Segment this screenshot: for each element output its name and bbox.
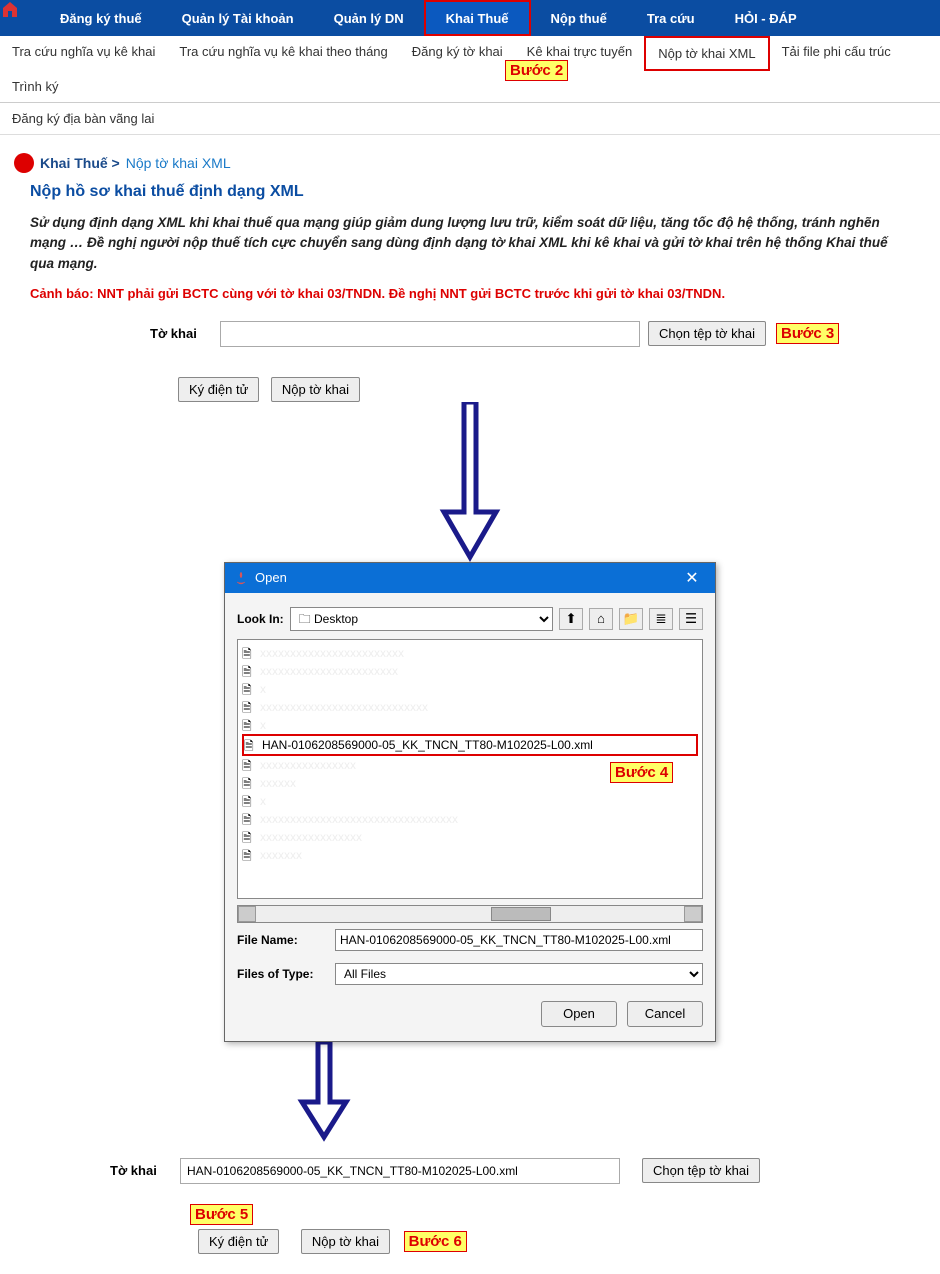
home-icon[interactable]	[0, 0, 40, 36]
subnav-7[interactable]: Đăng ký địa bàn vãng lai	[0, 103, 166, 134]
breadcrumb-section: Khai Thuế >	[40, 155, 120, 171]
lookin-label: Look In:	[237, 612, 284, 626]
filename-input[interactable]	[335, 929, 703, 951]
topnav: Đăng ký thuế Quản lý Tài khoản Quản lý D…	[0, 0, 940, 36]
label-tokhai-1: Tờ khai	[150, 326, 220, 341]
nav-quan-ly-tk[interactable]: Quản lý Tài khoản	[162, 0, 314, 36]
subnav-5[interactable]: Tải file phi cấu trúc	[770, 36, 903, 71]
close-icon[interactable]: ✕	[677, 568, 707, 588]
scroll-track[interactable]	[256, 906, 684, 922]
scroll-thumb[interactable]	[491, 907, 551, 921]
arrow-2	[290, 1042, 940, 1142]
java-icon	[233, 570, 249, 586]
scroll-left-icon[interactable]	[238, 906, 256, 922]
step3-label: Bước 3	[776, 323, 839, 344]
hscrollbar[interactable]	[237, 905, 703, 923]
list-item[interactable]: 🗎xxxxxxxxxxxxxxxxxxxxxxxxxxxx	[242, 698, 698, 716]
step6-label: Bước 6	[404, 1231, 467, 1252]
subnav-2[interactable]: Đăng ký tờ khai	[400, 36, 515, 71]
breadcrumb-page[interactable]: Nộp tờ khai XML	[126, 155, 231, 171]
scroll-right-icon[interactable]	[684, 906, 702, 922]
detail-view-icon[interactable]: ☰	[679, 608, 703, 630]
new-folder-icon[interactable]: 📁	[619, 608, 643, 630]
file-icon: 🗎	[242, 775, 256, 791]
step4-label: Bước 4	[610, 762, 673, 783]
btn-submit-2[interactable]: Nộp tờ khai	[301, 1229, 390, 1254]
btn-choose-file-2[interactable]: Chọn tệp tờ khai	[642, 1158, 760, 1183]
breadcrumb-icon	[14, 153, 34, 173]
subnav-6[interactable]: Trình ký	[0, 71, 70, 102]
home-folder-icon[interactable]: ⌂	[589, 608, 613, 630]
selected-filename: HAN-0106208569000-05_KK_TNCN_TT80-M10202…	[262, 738, 593, 752]
file-icon: 🗎	[242, 681, 256, 697]
page-warn: Cảnh báo: NNT phải gửi BCTC cùng với tờ …	[30, 286, 910, 301]
dialog-title: Open	[255, 570, 287, 585]
btn-cancel[interactable]: Cancel	[627, 1001, 703, 1027]
file-icon: 🗎	[242, 757, 256, 773]
filename-label: File Name:	[237, 933, 329, 947]
dialog-titlebar: Open ✕	[225, 563, 715, 593]
subnav-row2: Đăng ký địa bàn vãng lai	[0, 103, 940, 135]
file-icon: 🗎	[242, 793, 256, 809]
btn-sign-1[interactable]: Ký điện tử	[178, 377, 259, 402]
list-item-selected[interactable]: 🗎 HAN-0106208569000-05_KK_TNCN_TT80-M1020…	[242, 734, 698, 756]
file-icon: 🗎	[242, 699, 256, 715]
list-item[interactable]: 🗎xxxxxxxxxxxxxxxxxxxxxxxxxxxxxxxxx	[242, 810, 698, 828]
open-dialog: Open ✕ Look In: 🗀 Desktop ⬆ ⌂ 📁 ≣ ☰ 🗎xxx…	[224, 562, 716, 1042]
file-icon: 🗎	[242, 811, 256, 827]
btn-open[interactable]: Open	[541, 1001, 617, 1027]
list-item[interactable]: 🗎xxxxxxx	[242, 846, 698, 864]
step5-label: Bước 5	[190, 1204, 253, 1225]
list-item[interactable]: 🗎xxxxxxxxxxxxxxxxxxxxxxxx	[242, 644, 698, 662]
nav-hoi-dap[interactable]: HỎI - ĐÁP	[715, 0, 817, 36]
nav-tra-cuu[interactable]: Tra cứu	[627, 0, 715, 36]
form-row-2: Tờ khai Chọn tệp tờ khai	[110, 1158, 910, 1184]
filetype-select[interactable]: All Files	[335, 963, 703, 985]
list-item[interactable]: 🗎x	[242, 792, 698, 810]
file-icon: 🗎	[242, 645, 256, 661]
btn-choose-file-1[interactable]: Chọn tệp tờ khai	[648, 321, 766, 346]
up-folder-icon[interactable]: ⬆	[559, 608, 583, 630]
page-desc: Sử dụng định dạng XML khi khai thuế qua …	[30, 213, 910, 274]
nav-quan-ly-dn[interactable]: Quản lý DN	[314, 0, 424, 36]
file-icon: 🗎	[242, 829, 256, 845]
page-title: Nộp hồ sơ khai thuế định dạng XML	[30, 183, 910, 201]
input-tokhai-1[interactable]	[220, 321, 640, 347]
filetype-label: Files of Type:	[237, 967, 329, 981]
file-icon: 🗎	[242, 847, 256, 863]
nav-dang-ky-thue[interactable]: Đăng ký thuế	[40, 0, 162, 36]
list-view-icon[interactable]: ≣	[649, 608, 673, 630]
list-item[interactable]: 🗎xxxxxxxxxxxxxxxxxxxxxxx	[242, 662, 698, 680]
file-icon: 🗎	[242, 717, 256, 733]
input-tokhai-2[interactable]	[180, 1158, 620, 1184]
nav-khai-thue[interactable]: Khai Thuế	[424, 0, 531, 36]
subnav-0[interactable]: Tra cứu nghĩa vụ kê khai	[0, 36, 167, 71]
subnav-4-nop-to-khai-xml[interactable]: Nộp tờ khai XML	[644, 36, 769, 71]
file-icon: 🗎	[242, 663, 256, 679]
btn-submit-1[interactable]: Nộp tờ khai	[271, 377, 360, 402]
file-icon: 🗎	[244, 737, 258, 753]
dialog-toolbar: Look In: 🗀 Desktop ⬆ ⌂ 📁 ≣ ☰	[225, 593, 715, 637]
list-item[interactable]: 🗎x	[242, 680, 698, 698]
step2-label: Bước 2	[505, 60, 568, 81]
breadcrumb: Khai Thuế > Nộp tờ khai XML	[0, 135, 940, 183]
btn-sign-2[interactable]: Ký điện tử	[198, 1229, 279, 1254]
list-item[interactable]: 🗎x	[242, 716, 698, 734]
list-item[interactable]: 🗎xxxxxxxxxxxxxxxxx	[242, 828, 698, 846]
form-row-1: Tờ khai Chọn tệp tờ khai Bước 3	[150, 321, 910, 347]
lookin-select[interactable]: 🗀 Desktop	[290, 607, 553, 631]
subnav: Tra cứu nghĩa vụ kê khai Tra cứu nghĩa v…	[0, 36, 940, 103]
subnav-1[interactable]: Tra cứu nghĩa vụ kê khai theo tháng	[167, 36, 399, 71]
nav-nop-thue[interactable]: Nộp thuế	[531, 0, 627, 36]
arrow-1	[0, 402, 940, 562]
label-tokhai-2: Tờ khai	[110, 1163, 180, 1178]
